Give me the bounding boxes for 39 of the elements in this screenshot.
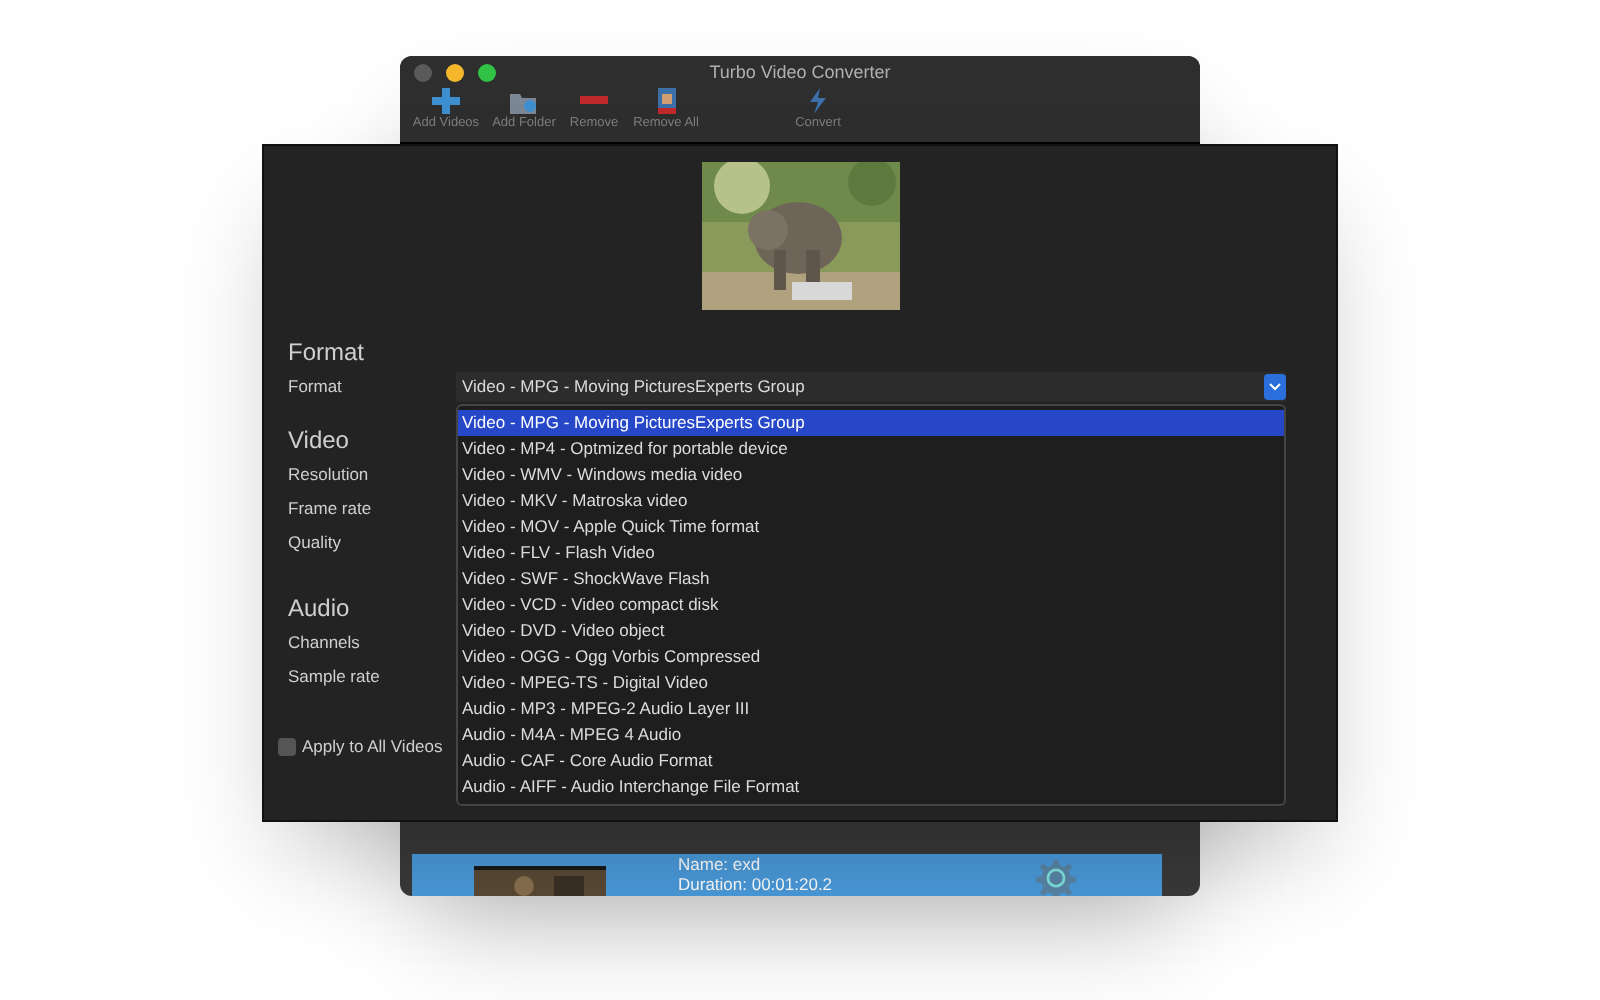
section-heading: Audio — [288, 592, 350, 626]
lightning-icon — [804, 88, 832, 114]
dropdown-option[interactable]: Video - MKV - Matroska video — [458, 488, 1284, 514]
dropdown-option[interactable]: Video - MPG - Moving PicturesExperts Group — [458, 410, 1284, 436]
folder-icon — [510, 88, 538, 114]
dropdown-option[interactable]: Video - OGG - Ogg Vorbis Compressed — [458, 644, 1284, 670]
field-label: Frame rate — [288, 496, 372, 522]
dropdown-option[interactable]: Video - MPEG-TS - Digital Video — [458, 670, 1284, 696]
dropdown-option[interactable]: Video - VCD - Video compact disk — [458, 592, 1284, 618]
format-select[interactable]: Video - MPG - Moving PicturesExperts Group — [456, 372, 1286, 402]
dropdown-option[interactable]: Video - MOV - Apple Quick Time format — [458, 514, 1284, 540]
dropdown-option[interactable]: Video - MP4 - Optmized for portable device — [458, 436, 1284, 462]
checkbox-label: Apply to All Videos — [302, 734, 443, 760]
dropdown-option[interactable]: Video - FLV - Flash Video — [458, 540, 1284, 566]
close-button[interactable] — [414, 64, 432, 82]
document-icon — [652, 88, 680, 114]
chevron-icon — [1264, 374, 1286, 400]
minimize-button[interactable] — [446, 64, 464, 82]
checkbox[interactable] — [278, 737, 296, 756]
file-duration: Duration: 00:01:20.2 — [678, 875, 833, 894]
dropdown-option[interactable]: Audio - M4A - MPEG 4 Audio — [458, 722, 1284, 748]
field-label: Quality — [288, 530, 341, 556]
dropdown-option[interactable]: Video - DVD - Video object — [458, 618, 1284, 644]
plus-icon — [432, 88, 460, 114]
format-select-value: Video - MPG - Moving PicturesExperts Group — [462, 374, 805, 400]
field-label: Format — [288, 374, 342, 400]
dropdown-option[interactable]: Video - SWF - ShockWave Flash — [458, 566, 1284, 592]
window-title: Turbo Video Converter — [709, 60, 891, 86]
file-name: Name: exd — [678, 856, 761, 875]
dropdown-option[interactable]: Audio - MP3 - MPEG-2 Audio Layer III — [458, 696, 1284, 722]
field-label: Channels — [288, 630, 360, 656]
field-label: Sample rate — [288, 664, 380, 690]
dropdown-option[interactable]: Audio - AIFF - Audio Interchange File Format — [458, 774, 1284, 800]
field-label: Resolution — [288, 462, 369, 488]
dropdown-option[interactable]: Audio - CAF - Core Audio Format — [458, 748, 1284, 774]
section-heading: Format — [288, 336, 365, 370]
section-heading: Video — [288, 424, 349, 458]
dropdown-option[interactable]: Video - WMV - Windows media video — [458, 462, 1284, 488]
zoom-button[interactable] — [478, 64, 496, 82]
